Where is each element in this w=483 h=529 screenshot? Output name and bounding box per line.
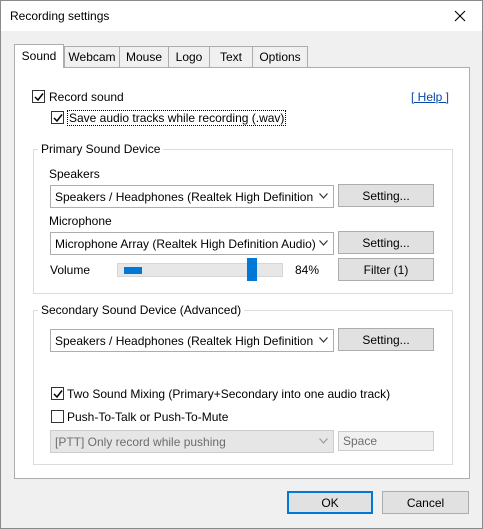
checkmark-icon (53, 390, 63, 399)
secondary-device-select-value: Speakers / Headphones (Realtek High Defi… (55, 334, 315, 348)
sound-tab-panel: Record sound [ Help ] Save audio tracks … (14, 67, 470, 479)
chevron-down-icon (319, 240, 328, 246)
filter-button[interactable]: Filter (1) (338, 258, 434, 281)
tab-sound[interactable]: Sound (14, 44, 64, 68)
microphone-label: Microphone (49, 214, 112, 228)
secondary-device-select[interactable]: Speakers / Headphones (Realtek High Defi… (50, 329, 334, 352)
chevron-down-icon (319, 337, 328, 343)
tab-text[interactable]: Text (209, 46, 253, 67)
tab-logo[interactable]: Logo (168, 46, 210, 67)
checkmark-icon (34, 93, 44, 102)
tab-mouse[interactable]: Mouse (119, 46, 169, 67)
tab-webcam[interactable]: Webcam (64, 46, 120, 67)
two-sound-mixing-checkbox[interactable] (51, 387, 64, 400)
microphone-select-value: Microphone Array (Realtek High Definitio… (55, 237, 315, 251)
ptt-mode-select-value: [PTT] Only record while pushing (55, 435, 226, 449)
speakers-label: Speakers (49, 167, 100, 181)
push-to-talk-checkbox[interactable] (51, 410, 64, 423)
checkmark-icon (53, 114, 63, 123)
volume-percent: 84% (295, 263, 320, 277)
save-wav-checkbox[interactable] (51, 111, 64, 124)
primary-sound-group-title: Primary Sound Device (38, 142, 164, 156)
secondary-sound-group-title: Secondary Sound Device (Advanced) (38, 303, 245, 317)
volume-slider-thumb[interactable] (247, 258, 257, 281)
speakers-select[interactable]: Speakers / Headphones (Realtek High Defi… (50, 185, 334, 208)
close-icon (454, 10, 466, 22)
push-to-talk-label[interactable]: Push-To-Talk or Push-To-Mute (67, 410, 228, 424)
tab-options[interactable]: Options (252, 46, 308, 67)
record-sound-checkbox[interactable] (32, 90, 45, 103)
recording-settings-dialog: Recording settings Sound Webcam Mouse Lo… (0, 0, 483, 529)
microphone-setting-button[interactable]: Setting... (338, 231, 434, 254)
chevron-down-icon (319, 193, 328, 199)
microphone-select[interactable]: Microphone Array (Realtek High Definitio… (50, 232, 334, 255)
secondary-setting-button[interactable]: Setting... (338, 328, 434, 351)
help-link[interactable]: [ Help ] (411, 90, 449, 104)
volume-slider-fill (124, 267, 142, 274)
speakers-setting-button[interactable]: Setting... (338, 184, 434, 207)
title-bar: Recording settings (1, 1, 482, 31)
close-button[interactable] (438, 1, 482, 31)
save-wav-label[interactable]: Save audio tracks while recording (.wav) (67, 110, 287, 126)
two-sound-mixing-label[interactable]: Two Sound Mixing (Primary+Secondary into… (67, 387, 390, 401)
window-title: Recording settings (10, 9, 110, 23)
cancel-button[interactable]: Cancel (382, 491, 469, 514)
volume-slider[interactable] (117, 263, 283, 277)
record-sound-label[interactable]: Record sound (49, 90, 124, 104)
volume-label: Volume (50, 263, 91, 277)
ptt-key-field[interactable]: Space (338, 431, 434, 451)
ptt-mode-select[interactable]: [PTT] Only record while pushing (50, 430, 334, 453)
chevron-down-icon (319, 438, 328, 444)
speakers-select-value: Speakers / Headphones (Realtek High Defi… (55, 190, 315, 204)
ok-button[interactable]: OK (287, 491, 373, 514)
